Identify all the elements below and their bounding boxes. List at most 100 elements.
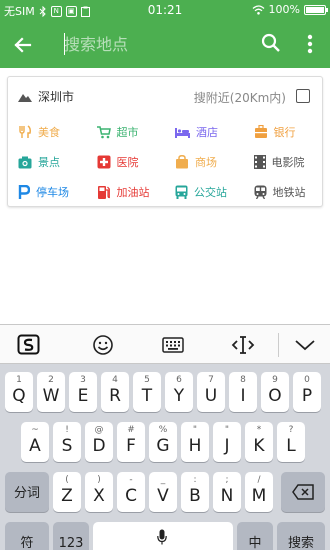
category-gas-station[interactable]: 加油站	[87, 184, 166, 200]
category-food[interactable]: 美食	[8, 124, 87, 140]
key-hint: -	[129, 475, 133, 485]
key-label: D	[92, 436, 106, 456]
search-button[interactable]	[260, 32, 282, 54]
app-bar	[0, 20, 330, 68]
key-h[interactable]: " H	[181, 422, 209, 462]
card-header: 深圳市 搜附近(20Km内)	[8, 77, 322, 113]
symbol-key[interactable]: 符	[5, 522, 49, 550]
key-n[interactable]: ; N	[213, 472, 241, 512]
poi-category-card: 深圳市 搜附近(20Km内) 美食 超市 酒店 银行 景点 医院 商场 电影院 …	[7, 76, 323, 207]
key-t[interactable]: 5T	[133, 372, 161, 412]
key-hint: 1	[16, 375, 22, 385]
key-j[interactable]: " J	[213, 422, 241, 462]
key-label: W	[42, 386, 60, 406]
key-hint: _	[160, 475, 166, 485]
key-o[interactable]: 9O	[261, 372, 289, 412]
key-hint: 6	[176, 375, 182, 385]
category-label: 银行	[273, 126, 296, 139]
microphone-icon	[157, 529, 167, 545]
category-label: 地铁站	[272, 186, 306, 199]
key-x[interactable]: ) X	[85, 472, 113, 512]
category-label: 加油站	[116, 186, 150, 199]
category-row: 停车场 加油站 公交站 地铁站	[8, 177, 322, 207]
key-label: O	[268, 386, 282, 406]
city-selector[interactable]: 深圳市	[18, 88, 74, 105]
key-g[interactable]: % G	[149, 422, 177, 462]
parking-icon	[18, 185, 30, 199]
cursor-move-button[interactable]	[230, 332, 256, 358]
category-scenic[interactable]: 景点	[8, 154, 87, 170]
category-bank[interactable]: 银行	[244, 124, 323, 140]
key-s[interactable]: ! S	[53, 422, 81, 462]
key-f[interactable]: # F	[117, 422, 145, 462]
sogou-button[interactable]	[16, 332, 42, 358]
key-l[interactable]: ? L	[277, 422, 305, 462]
key-c[interactable]: -C	[117, 472, 145, 512]
backspace-key[interactable]	[281, 472, 325, 512]
category-hospital[interactable]: 医院	[87, 154, 166, 170]
toolbar-divider	[278, 333, 279, 357]
key-i[interactable]: 8I	[229, 372, 257, 412]
category-grid: 美食 超市 酒店 银行 景点 医院 商场 电影院 停车场 加油站 公交站 地铁站	[8, 117, 322, 207]
soft-keyboard: 1Q 2W 3E 4R 5T 6Y 7U 8I 9O 0P ~ A ! S @ D #…	[0, 324, 330, 550]
key-b[interactable]: :B	[181, 472, 209, 512]
key-m[interactable]: / M	[245, 472, 273, 512]
mountain-icon	[18, 93, 32, 102]
wifi-icon	[252, 4, 265, 15]
shopping-cart-icon	[96, 126, 111, 139]
key-label: H	[188, 436, 202, 456]
key-label: X	[93, 486, 105, 506]
key-u[interactable]: 7U	[197, 372, 225, 412]
key-e[interactable]: 3E	[69, 372, 97, 412]
category-bus-stop[interactable]: 公交站	[165, 184, 244, 200]
key-v[interactable]: _ V	[149, 472, 177, 512]
back-button[interactable]	[10, 32, 36, 58]
category-mall[interactable]: 商场	[165, 154, 244, 170]
key-y[interactable]: 6Y	[165, 372, 193, 412]
key-r[interactable]: 4R	[101, 372, 129, 412]
category-supermarket[interactable]: 超市	[87, 124, 166, 140]
key-k[interactable]: * K	[245, 422, 273, 462]
emoji-button[interactable]	[90, 332, 116, 358]
key-q[interactable]: 1Q	[5, 372, 33, 412]
key-p[interactable]: 0P	[293, 372, 321, 412]
space-key[interactable]	[93, 522, 233, 550]
key-label: B	[189, 486, 201, 506]
key-hint: 2	[48, 375, 54, 385]
language-key[interactable]: 中	[237, 522, 273, 550]
segment-key[interactable]: 分词	[5, 472, 49, 512]
category-subway[interactable]: 地铁站	[244, 184, 323, 200]
subway-icon	[254, 185, 266, 199]
backspace-icon	[292, 484, 314, 500]
bed-icon	[175, 128, 190, 138]
key-label: R	[109, 386, 121, 406]
key-label: I	[240, 386, 246, 406]
keyboard-switch-button[interactable]	[160, 332, 186, 358]
battery-icon	[304, 4, 328, 15]
number-key[interactable]: 123	[53, 522, 89, 550]
key-label: M	[251, 486, 267, 506]
category-parking[interactable]: 停车场	[8, 184, 87, 200]
category-cinema[interactable]: 电影院	[244, 154, 323, 170]
key-hint: %	[158, 425, 168, 435]
key-label: U	[204, 386, 218, 406]
key-w[interactable]: 2W	[37, 372, 65, 412]
fork-knife-icon	[19, 125, 31, 138]
key-label: Z	[61, 486, 73, 506]
more-options-button[interactable]	[300, 32, 320, 56]
key-hint: !	[65, 425, 69, 435]
nearby-checkbox[interactable]	[296, 89, 310, 103]
key-z[interactable]: (Z	[53, 472, 81, 512]
search-input[interactable]	[64, 31, 244, 57]
key-label: 中	[248, 536, 262, 550]
key-label: 符	[20, 536, 34, 550]
key-hint: 0	[304, 375, 310, 385]
search-key[interactable]: 搜索	[277, 522, 325, 550]
key-hint: *	[256, 425, 262, 435]
collapse-keyboard-button[interactable]	[292, 332, 318, 358]
key-a[interactable]: ~ A	[21, 422, 49, 462]
key-label: E	[77, 386, 89, 406]
category-hotel[interactable]: 酒店	[165, 124, 244, 140]
category-label: 电影院	[271, 156, 305, 169]
key-d[interactable]: @ D	[85, 422, 113, 462]
